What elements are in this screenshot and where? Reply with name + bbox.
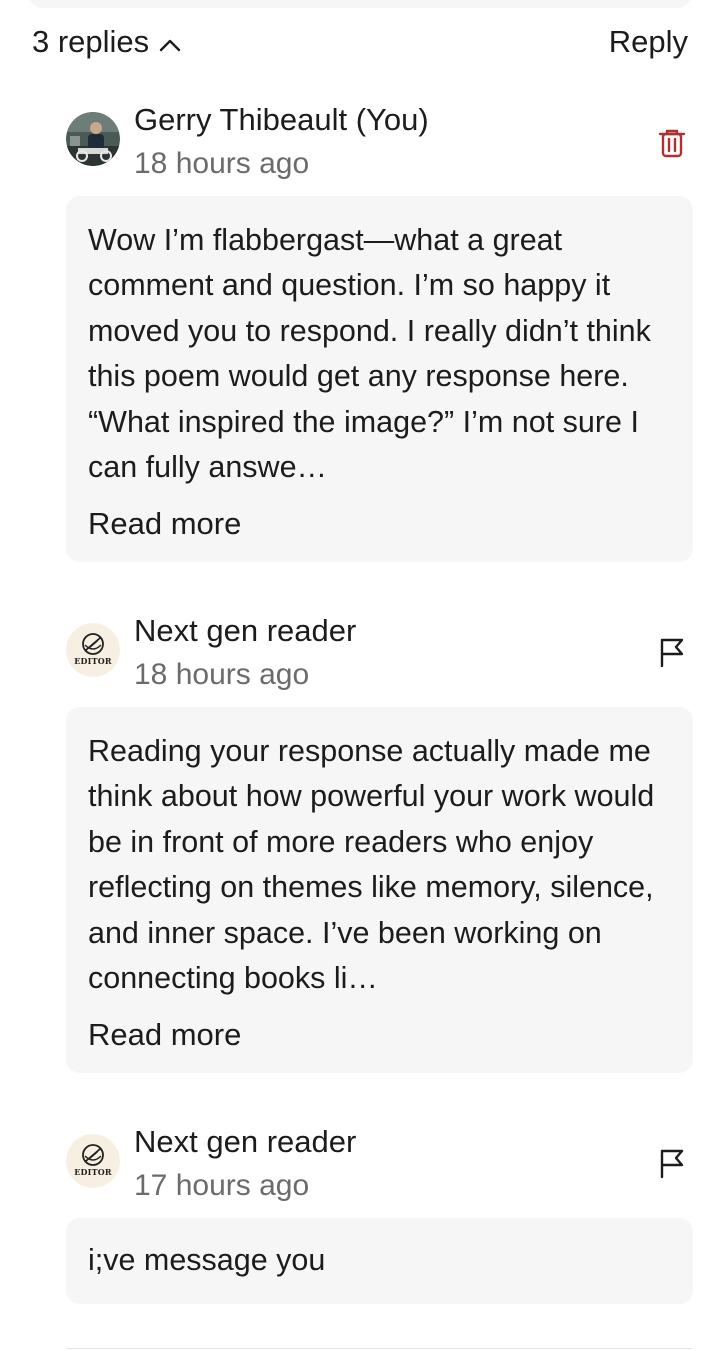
reply-comment: EDITOR Next gen reader 18 hours ago Read… [66, 611, 693, 1073]
divider [66, 1348, 692, 1349]
comment-author[interactable]: Next gen reader [134, 611, 356, 651]
trash-icon[interactable] [655, 126, 689, 160]
reply-comment: EDITOR Next gen reader 17 hours ago i;ve… [66, 1122, 693, 1304]
comment-text: i;ve message you [88, 1243, 326, 1277]
editor-logo-avatar[interactable]: EDITOR [66, 1134, 120, 1188]
comment-timestamp: 18 hours ago [134, 658, 310, 691]
read-more-link[interactable]: Read more [88, 1013, 241, 1057]
editor-logo-text: EDITOR [74, 1167, 112, 1177]
replies-bar: 3 replies Reply [32, 20, 688, 64]
previous-comment-card-edge [28, 0, 692, 8]
comment-header: EDITOR Next gen reader 18 hours ago [66, 611, 693, 707]
comment-bubble: Wow I’m flabbergast—what a great comment… [66, 196, 693, 562]
editor-logo-text: EDITOR [74, 656, 112, 666]
comment-author[interactable]: Next gen reader [134, 1122, 356, 1162]
comment-author[interactable]: Gerry Thibeault (You) [134, 100, 429, 140]
comment-timestamp: 18 hours ago [134, 147, 310, 180]
comment-timestamp: 17 hours ago [134, 1169, 310, 1202]
comment-text: Wow I’m flabbergast—what a great comment… [88, 223, 651, 485]
flag-icon[interactable] [655, 635, 689, 669]
comment-bubble: i;ve message you [66, 1218, 693, 1304]
user-photo-avatar[interactable] [66, 112, 120, 166]
chevron-up-icon [159, 24, 181, 60]
comment-text: Reading your response actually made me t… [88, 734, 655, 996]
reply-button[interactable]: Reply [609, 24, 688, 60]
comment-header: EDITOR Next gen reader 17 hours ago [66, 1122, 693, 1218]
comment-bubble: Reading your response actually made me t… [66, 707, 693, 1073]
replies-toggle[interactable]: 3 replies [32, 24, 181, 60]
read-more-link[interactable]: Read more [88, 502, 241, 546]
replies-count: 3 replies [32, 24, 150, 59]
flag-icon[interactable] [655, 1146, 689, 1180]
reply-comment: Gerry Thibeault (You) 18 hours ago Wow I… [66, 100, 693, 562]
editor-logo-avatar[interactable]: EDITOR [66, 623, 120, 677]
comment-header: Gerry Thibeault (You) 18 hours ago [66, 100, 693, 196]
